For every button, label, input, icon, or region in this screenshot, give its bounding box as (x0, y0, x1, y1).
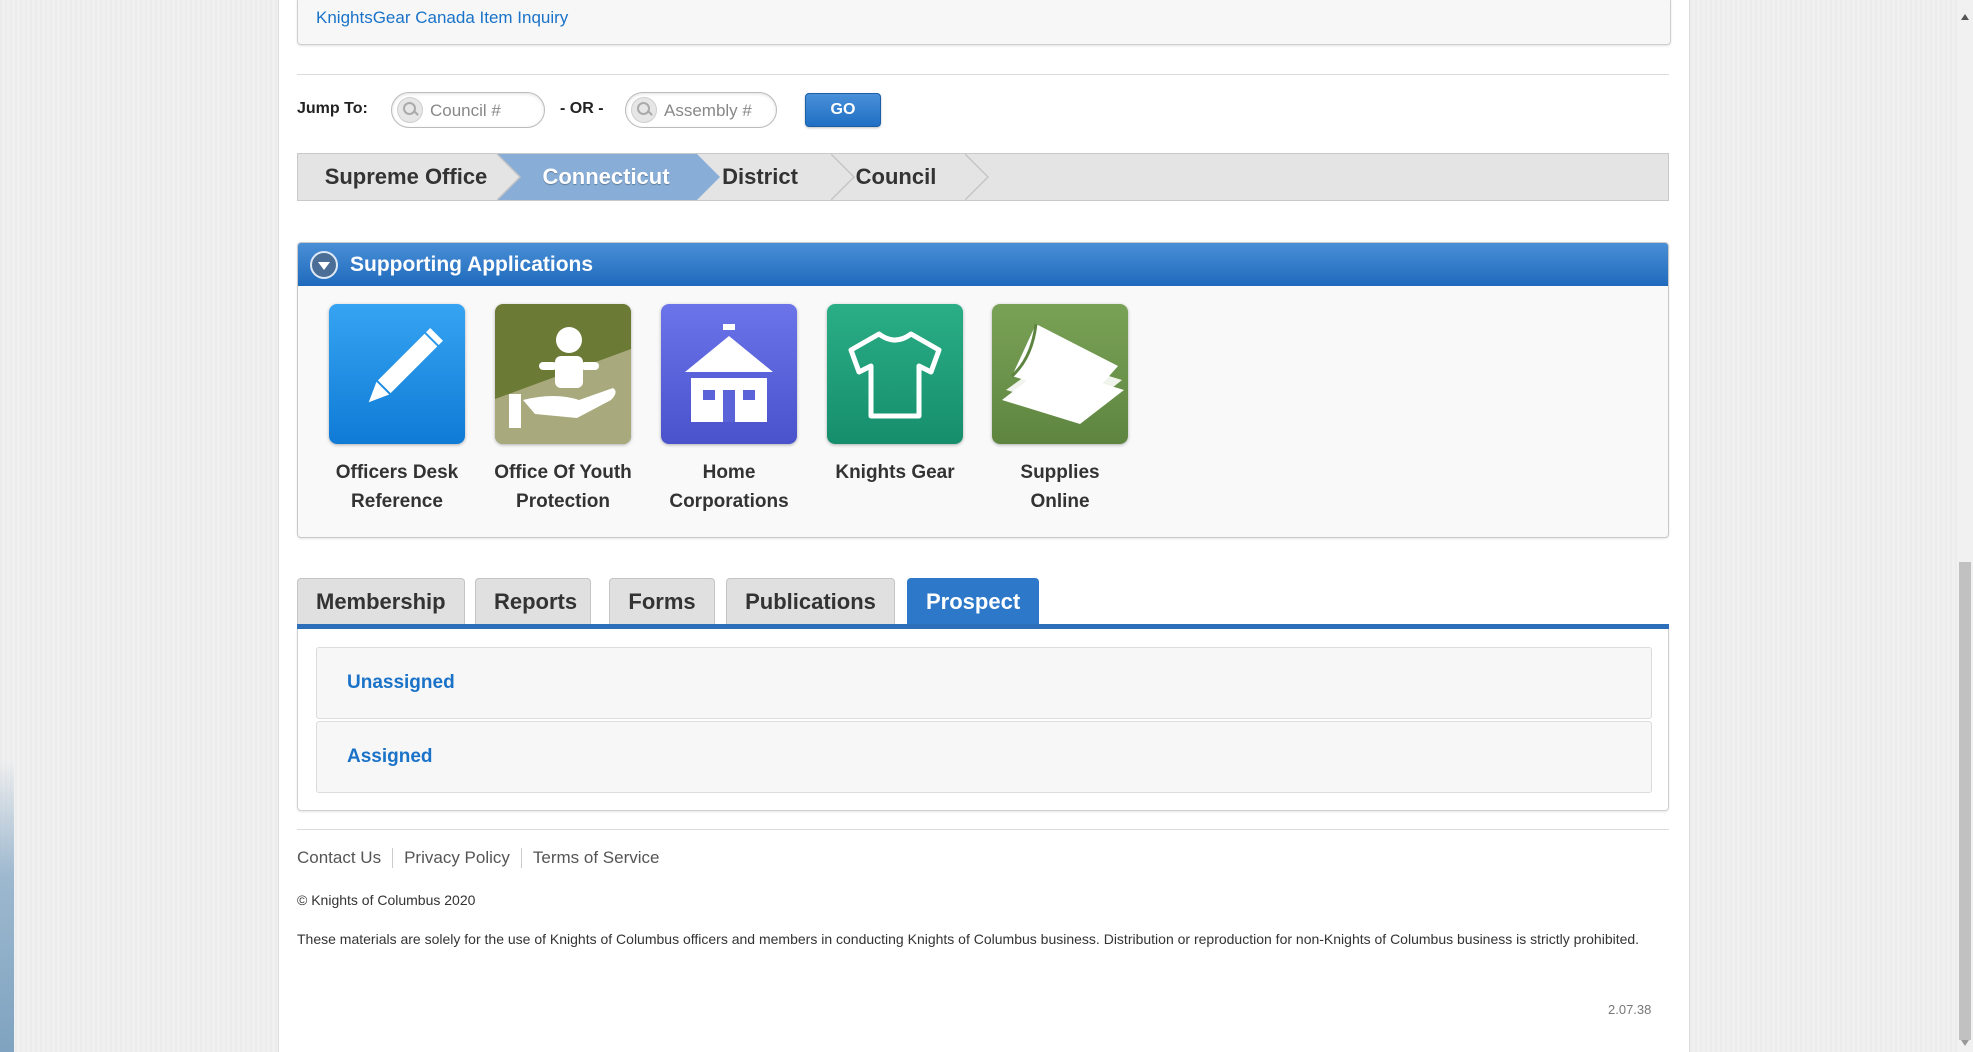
scroll-down-arrow-icon[interactable] (1961, 1040, 1969, 1046)
search-icon (631, 97, 657, 123)
disclaimer: These materials are solely for the use o… (297, 931, 1640, 947)
prospect-tab-panel: Unassigned Assigned (297, 629, 1669, 811)
tshirt-icon (848, 331, 942, 419)
scrollbar-thumb[interactable] (1959, 562, 1971, 1040)
council-search[interactable] (391, 92, 545, 128)
prospect-item-unassigned[interactable]: Unassigned (316, 647, 1652, 719)
tab-membership[interactable]: Membership (297, 578, 465, 624)
breadcrumb-separator (963, 154, 987, 200)
version-number: 2.07.38 (1608, 1002, 1652, 1017)
app-knights-gear[interactable]: Knights Gear (820, 304, 970, 487)
house-icon (685, 324, 773, 422)
app-label: Office Of Youth Protection (494, 462, 632, 512)
breadcrumb-supreme-office[interactable]: Supreme Office (298, 154, 514, 200)
app-office-of-youth-protection[interactable]: Office Of Youth Protection (488, 304, 638, 516)
app-supplies-online[interactable]: Supplies Online (985, 304, 1135, 516)
privacy-policy-link[interactable]: Privacy Policy (392, 848, 521, 868)
search-icon (397, 97, 423, 123)
prospect-item-assigned[interactable]: Assigned (316, 721, 1652, 793)
tab-publications[interactable]: Publications (726, 578, 895, 624)
top-links-panel: KnightsGear Canada Item Inquiry (297, 0, 1671, 45)
app-tile[interactable] (992, 304, 1128, 444)
footer-links: Contact Us Privacy Policy Terms of Service (297, 848, 671, 868)
jump-to-label: Jump To: (297, 100, 368, 117)
assigned-link[interactable]: Assigned (347, 746, 433, 768)
supporting-applications-panel: Supporting Applications Officers Desk Re… (297, 242, 1669, 538)
breadcrumb-separator (696, 154, 720, 200)
divider (297, 74, 1669, 75)
knightsgear-canada-item-inquiry-link[interactable]: KnightsGear Canada Item Inquiry (316, 8, 568, 28)
papers-icon (1002, 323, 1124, 424)
background-decoration (0, 760, 14, 1052)
breadcrumb-separator (829, 154, 853, 200)
assembly-search[interactable] (625, 92, 777, 128)
app-home-corporations[interactable]: Home Corporations (654, 304, 804, 516)
or-label: - OR - (560, 100, 604, 117)
app-tile[interactable] (827, 304, 963, 444)
app-tile[interactable] (661, 304, 797, 444)
tab-prospect[interactable]: Prospect (907, 578, 1039, 624)
breadcrumb: Supreme Office Connecticut District Coun… (297, 153, 1669, 201)
divider (297, 829, 1669, 830)
app-officers-desk-reference[interactable]: Officers Desk Reference (322, 304, 472, 516)
app-tile[interactable] (329, 304, 465, 444)
scroll-up-arrow-icon[interactable] (1961, 14, 1969, 20)
go-button[interactable]: GO (805, 93, 881, 127)
tab-forms[interactable]: Forms (609, 578, 715, 624)
vertical-scrollbar[interactable] (1957, 0, 1973, 1052)
app-label: Knights Gear (835, 462, 955, 483)
terms-of-service-link[interactable]: Terms of Service (520, 848, 671, 868)
app-label: Supplies Online (1020, 462, 1100, 512)
supporting-applications-title: Supporting Applications (350, 253, 594, 276)
breadcrumb-connecticut[interactable]: Connecticut (498, 154, 696, 200)
tab-reports[interactable]: Reports (475, 578, 591, 624)
copyright: © Knights of Columbus 2020 (297, 892, 476, 908)
unassigned-link[interactable]: Unassigned (347, 672, 455, 694)
app-label: Home Corporations (669, 462, 789, 512)
breadcrumb-separator (495, 154, 519, 200)
pencil-icon (368, 328, 443, 403)
child-hand-icon (495, 327, 631, 444)
app-tile[interactable] (495, 304, 631, 444)
collapse-arrow-icon[interactable] (310, 251, 338, 279)
supporting-applications-header[interactable]: Supporting Applications (298, 243, 1668, 286)
assembly-number-input[interactable] (662, 99, 776, 123)
page-content: KnightsGear Canada Item Inquiry Jump To:… (278, 0, 1690, 1052)
app-label: Officers Desk Reference (335, 462, 459, 512)
council-number-input[interactable] (428, 99, 542, 123)
contact-us-link[interactable]: Contact Us (297, 848, 392, 868)
